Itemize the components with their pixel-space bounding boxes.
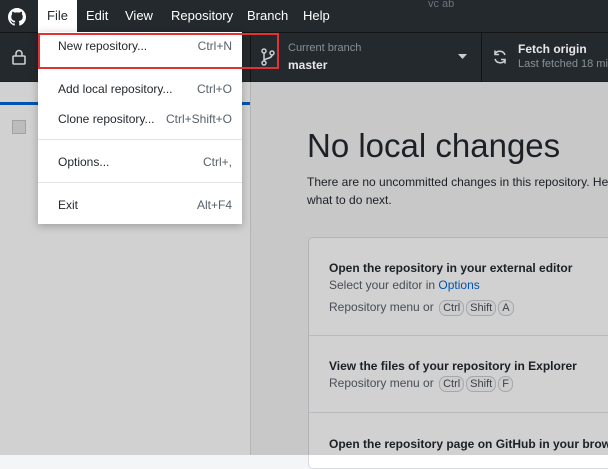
- window-title-fragment: vc ab: [428, 0, 455, 10]
- menu-branch[interactable]: Branch: [238, 0, 297, 32]
- add-local-repository-label: Add local repository...: [58, 82, 173, 96]
- menu-file[interactable]: File: [38, 0, 77, 32]
- menu-item-add-local-repository[interactable]: Add local repository... Ctrl+O: [38, 76, 242, 102]
- menu-repository[interactable]: Repository: [162, 0, 242, 32]
- caret-down-icon: [458, 54, 467, 59]
- add-local-repository-shortcut: Ctrl+O: [196, 82, 232, 96]
- options-label: Options...: [58, 155, 110, 169]
- fetch-origin-label: Fetch origin: [518, 42, 587, 56]
- fetch-origin-button[interactable]: Fetch origin Last fetched 18 mi: [482, 33, 608, 82]
- exit-label: Exit: [58, 198, 79, 212]
- annotation-highlight-box: [38, 33, 279, 69]
- menu-separator: [38, 182, 242, 183]
- menu-item-clone-repository[interactable]: Clone repository... Ctrl+Shift+O: [38, 106, 242, 132]
- current-branch-value: master: [288, 58, 328, 72]
- menu-help[interactable]: Help: [294, 0, 339, 32]
- title-bar: File Edit View Repository Branch Help vc…: [0, 0, 608, 32]
- current-branch-selector[interactable]: Current branch master: [251, 33, 482, 82]
- menu-item-exit[interactable]: Exit Alt+F4: [38, 192, 242, 218]
- fetch-origin-subtext: Last fetched 18 mi: [518, 58, 608, 70]
- clone-repository-shortcut: Ctrl+Shift+O: [165, 112, 232, 126]
- current-branch-label: Current branch: [288, 42, 362, 54]
- lock-icon: [12, 49, 26, 65]
- sync-icon: [494, 50, 506, 64]
- options-shortcut: Ctrl+,: [202, 155, 232, 169]
- menu-edit[interactable]: Edit: [77, 0, 117, 32]
- menu-separator: [38, 139, 242, 140]
- github-logo-icon: [8, 8, 26, 26]
- menu-item-options[interactable]: Options... Ctrl+,: [38, 149, 242, 175]
- menu-view[interactable]: View: [116, 0, 162, 32]
- clone-repository-label: Clone repository...: [58, 112, 155, 126]
- exit-shortcut: Alt+F4: [196, 198, 232, 212]
